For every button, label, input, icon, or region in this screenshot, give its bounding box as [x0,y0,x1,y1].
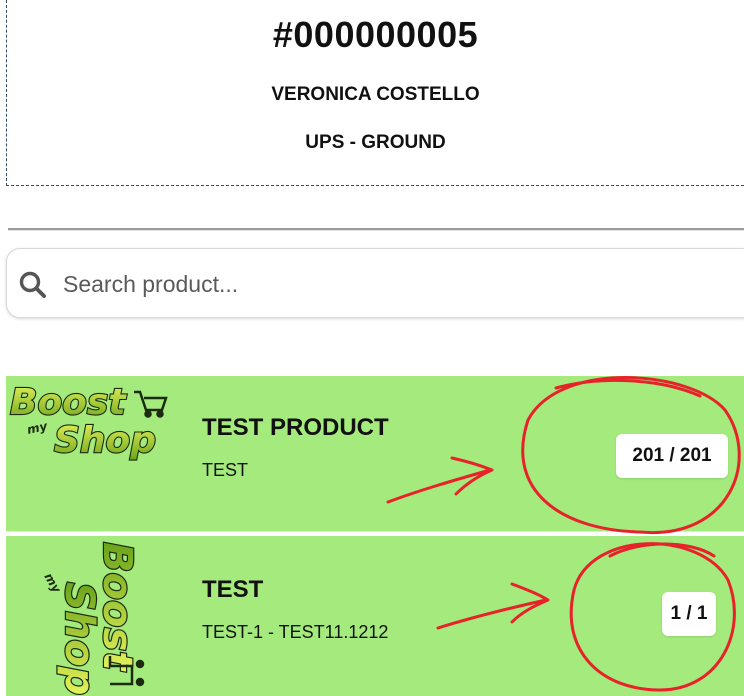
search-icon [19,271,46,298]
boost-my-shop-logo: Boost Shop my [41,541,145,696]
order-number: #000000005 [272,14,479,55]
svg-text:Boost: Boost [10,382,127,423]
product-row[interactable]: Boost Shop my TEST PRODUCT TEST 201 / 20… [6,376,744,532]
search-box[interactable] [6,248,744,318]
svg-text:my: my [26,419,50,437]
shipping-method: UPS - GROUND [305,132,446,153]
boost-my-shop-logo: Boost Shop my [9,381,168,462]
product-name: TEST PRODUCT [202,414,389,441]
quantity-badge: 201 / 201 [616,434,728,478]
svg-text:Shop: Shop [54,420,156,461]
product-sku: TEST [202,460,249,480]
divider [8,228,744,231]
product-sku: TEST-1 - TEST11.1212 [202,622,389,642]
customer-name: VERONICA COSTELLO [271,84,480,105]
product-row[interactable]: Boost Shop my TEST TEST-1 - TEST11.1212 … [6,536,744,696]
search-input[interactable] [61,263,665,305]
quantity-badge: 1 / 1 [662,592,716,636]
order-header: #000000005 VERONICA COSTELLO UPS - GROUN… [6,0,744,186]
svg-text:Shop: Shop [56,582,102,695]
product-name: TEST [202,576,264,603]
